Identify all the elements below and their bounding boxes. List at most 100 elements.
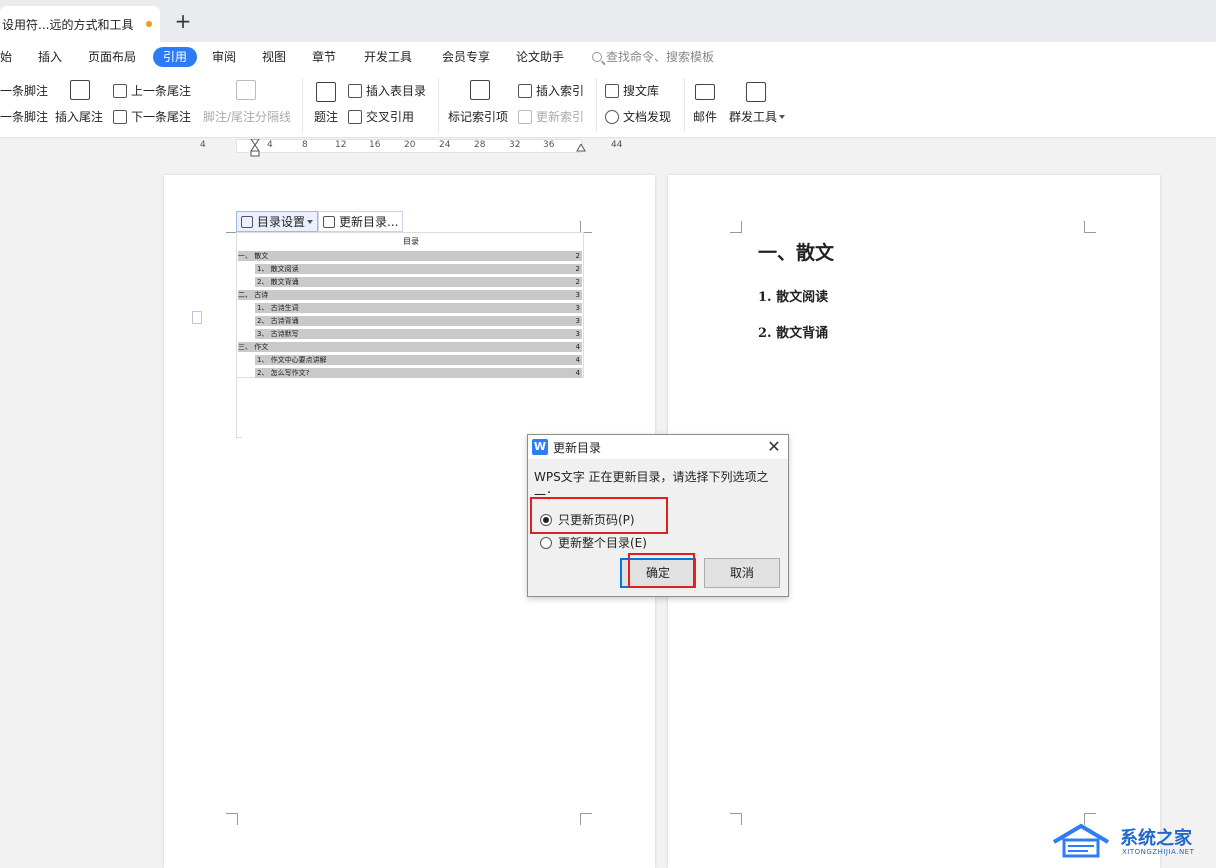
chevron-down-icon xyxy=(307,219,314,224)
menu-chapter[interactable]: 章节 xyxy=(312,47,336,67)
toc-entry[interactable]: 1、 作文中心要点讲解 4 xyxy=(255,355,582,365)
doc-discover-label: 文档发现 xyxy=(623,110,672,124)
ruler-tick: 44 xyxy=(611,140,623,150)
update-index-icon xyxy=(518,109,532,124)
next-endnote-button[interactable]: 下一条尾注 xyxy=(113,108,191,125)
menu-review[interactable]: 审阅 xyxy=(212,47,236,67)
cancel-button[interactable]: 取消 xyxy=(704,558,780,588)
toc-frame-edge xyxy=(236,378,242,438)
margin-corner xyxy=(730,813,742,825)
toc-entry[interactable]: 2、 古诗背诵 3 xyxy=(255,316,582,326)
menu-references[interactable]: 引用 xyxy=(153,47,198,67)
command-search[interactable]: 查找命令、搜索模板 xyxy=(592,47,714,67)
margin-corner xyxy=(580,813,592,825)
table-of-contents[interactable]: 目录 一、 散文 2 1、 散文阅读 2 2、 散文背诵 2 二、 古诗 3 1、 古诗… xyxy=(236,232,584,378)
insert-table-toc-button[interactable]: 插入表目录 xyxy=(348,82,426,99)
chevron-down-icon xyxy=(779,114,786,119)
toc-entry-page: 4 xyxy=(575,343,580,351)
prev-footnote-button[interactable]: 一条脚注 xyxy=(0,108,48,125)
search-library-button[interactable]: 搜文库 xyxy=(605,82,659,99)
toc-entry[interactable]: 三、 作文 4 xyxy=(238,342,582,352)
dialog-title: 更新目录 xyxy=(553,441,602,455)
mass-tools-label: 群发工具 xyxy=(729,110,778,124)
doc-discover-button[interactable]: 文档发现 xyxy=(605,108,671,125)
new-tab-button[interactable]: + xyxy=(172,8,194,34)
toc-entry-page: 3 xyxy=(575,330,580,338)
toc-entry[interactable]: 2、 怎么写作文? 4 xyxy=(255,368,582,378)
footnote-separator-button[interactable]: 脚注/尾注分隔线 xyxy=(203,108,291,125)
watermark-text: 系统之家 xyxy=(1120,828,1192,849)
ruler-tick: 20 xyxy=(404,140,416,150)
compass-icon xyxy=(605,109,619,124)
cross-reference-icon xyxy=(348,109,362,124)
toc-entry[interactable]: 二、 古诗 3 xyxy=(238,290,582,300)
next-footnote-button[interactable]: 一条脚注 xyxy=(0,82,48,99)
toc-toolbar: 目录设置 更新目录... xyxy=(236,211,404,232)
toc-settings-button[interactable]: 目录设置 xyxy=(236,211,319,232)
toc-settings-label: 目录设置 xyxy=(257,215,306,229)
toc-entry-page: 2 xyxy=(575,252,580,260)
watermark: 系统之家 XITONGZHIJIA.NET xyxy=(1050,818,1210,862)
right-indent-marker-icon[interactable] xyxy=(576,144,586,156)
indent-marker-icon[interactable] xyxy=(250,139,260,157)
toc-entry[interactable]: 3、 古诗默写 3 xyxy=(255,329,582,339)
mail-button[interactable]: 邮件 xyxy=(693,108,717,125)
toc-entry-page: 3 xyxy=(575,304,580,312)
search-library-label: 搜文库 xyxy=(623,84,660,98)
toc-entry-page: 4 xyxy=(575,369,580,377)
cross-reference-button[interactable]: 交叉引用 xyxy=(348,108,414,125)
menu-view[interactable]: 视图 xyxy=(262,47,286,67)
update-index-button[interactable]: 更新索引 xyxy=(518,108,584,125)
separator-icon xyxy=(236,80,256,100)
toc-entry-text: 2、 散文背诵 xyxy=(257,278,299,286)
toc-entry[interactable]: 一、 散文 2 xyxy=(238,251,582,261)
menu-insert[interactable]: 插入 xyxy=(38,47,62,67)
menu-developer[interactable]: 开发工具 xyxy=(364,47,412,67)
next-footnote-label: 一条脚注 xyxy=(0,84,49,98)
mass-tools-button[interactable]: 群发工具 xyxy=(729,108,786,125)
insert-endnote-label: 插入尾注 xyxy=(55,110,104,124)
search-icon xyxy=(592,52,602,62)
update-entire-toc-label: 更新整个目录(E) xyxy=(558,536,647,550)
toc-entry-page: 4 xyxy=(575,356,580,364)
toc-entry-text: 2、 怎么写作文? xyxy=(257,369,310,377)
update-entire-toc-option[interactable]: 更新整个目录(E) xyxy=(540,534,647,551)
insert-endnote-button[interactable]: 插入尾注 xyxy=(55,108,103,125)
insert-index-button[interactable]: 插入索引 xyxy=(518,82,584,99)
caption-icon xyxy=(316,82,336,102)
toc-entry-text: 1、 散文阅读 xyxy=(257,265,299,273)
close-icon[interactable]: ✕ xyxy=(764,437,784,457)
menu-page-layout[interactable]: 页面布局 xyxy=(88,47,136,67)
horizontal-ruler: 4 4 8 12 16 20 24 28 32 36 44 xyxy=(0,139,1216,157)
house-logo-icon xyxy=(1052,823,1110,858)
caption-button[interactable]: 题注 xyxy=(314,108,338,125)
document-icon[interactable] xyxy=(192,311,202,324)
ruler-tick: 32 xyxy=(509,140,521,150)
ribbon: 一条脚注 一条脚注 插入尾注 上一条尾注 下一条尾注 脚注/尾注分隔线 题注 插… xyxy=(0,72,1216,138)
radio-unselected-icon xyxy=(540,536,552,549)
insert-index-icon xyxy=(518,83,532,98)
toc-entry-text: 3、 古诗默写 xyxy=(257,330,299,338)
menu-home[interactable]: 始 xyxy=(0,47,12,67)
toc-update-button[interactable]: 更新目录... xyxy=(318,211,404,232)
toc-entry[interactable]: 2、 散文背诵 2 xyxy=(255,277,582,287)
toc-entry[interactable]: 1、 散文阅读 2 xyxy=(255,264,582,274)
menu-member[interactable]: 会员专享 xyxy=(442,47,490,67)
tab-bar: 设用符...远的方式和工具 + xyxy=(0,0,1216,42)
toc-entry-text: 三、 作文 xyxy=(238,343,269,351)
next-endnote-label: 下一条尾注 xyxy=(131,110,192,124)
mark-index-button[interactable]: 标记索引项 xyxy=(448,108,508,125)
mail-label: 邮件 xyxy=(693,110,718,124)
toc-entry[interactable]: 1、 古诗生词 3 xyxy=(255,303,582,313)
highlight-box xyxy=(628,553,695,588)
mark-index-icon xyxy=(470,80,490,100)
document-tab-title: 设用符...远的方式和工具 xyxy=(2,17,134,32)
menu-paper-assistant[interactable]: 论文助手 xyxy=(516,47,564,67)
toc-update-icon xyxy=(323,215,336,228)
document-tab[interactable]: 设用符...远的方式和工具 xyxy=(0,6,160,42)
heading-2: 1. 散文阅读 xyxy=(758,290,829,305)
caption-label: 题注 xyxy=(314,110,339,124)
prev-endnote-button[interactable]: 上一条尾注 xyxy=(113,82,191,99)
ruler-tick: 12 xyxy=(335,140,347,150)
ruler-tick: 4 xyxy=(200,140,206,150)
